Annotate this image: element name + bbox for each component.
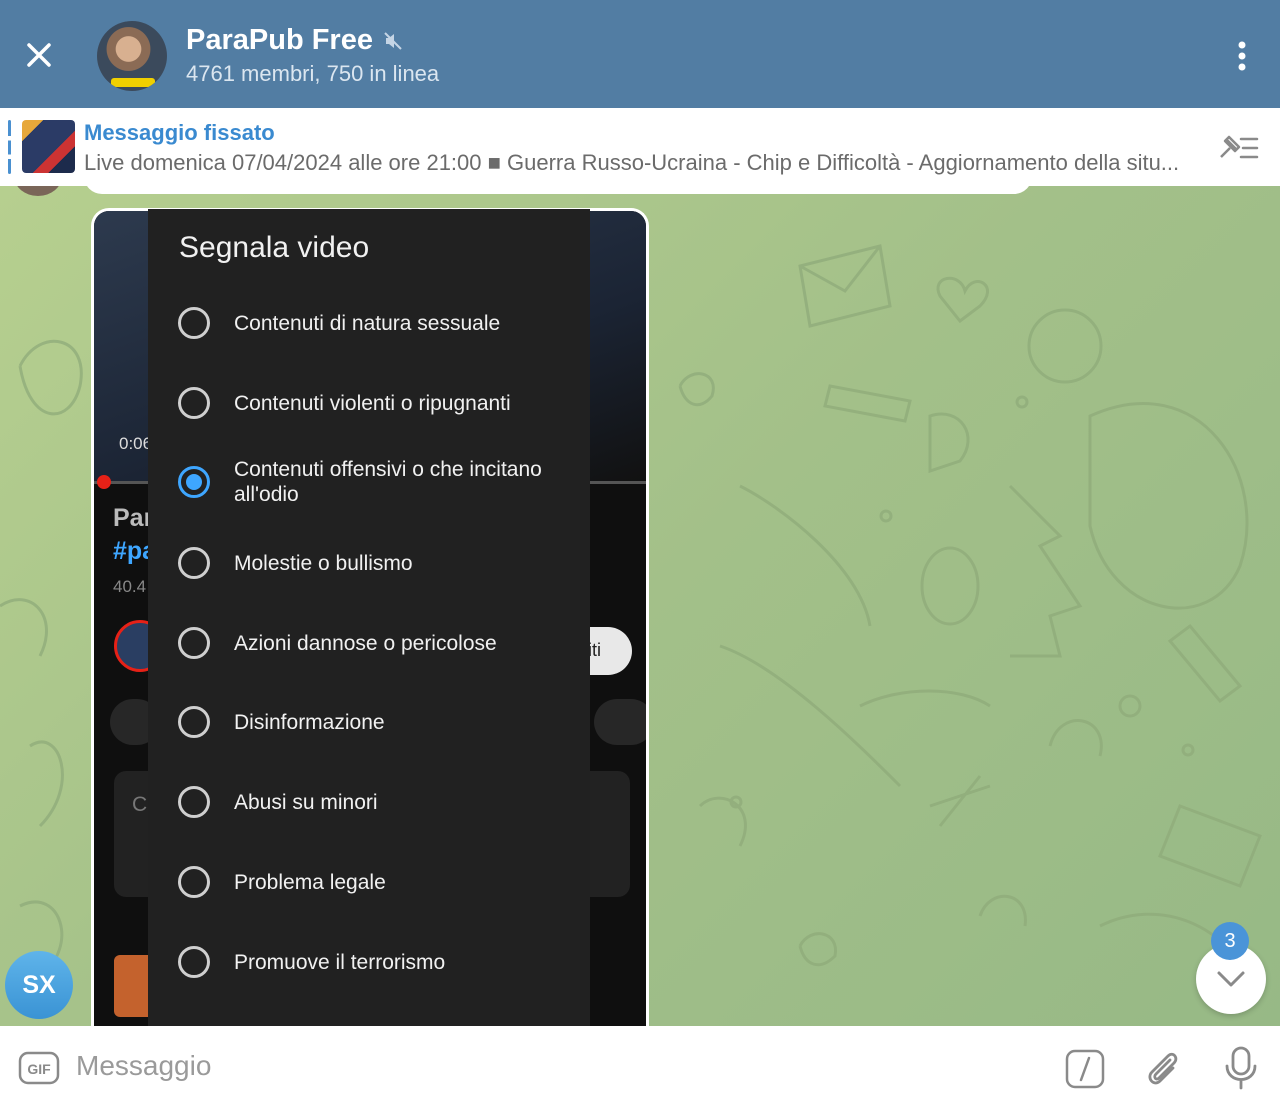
pinned-thumbnail [22,120,75,173]
radio-unchecked-icon [178,946,210,978]
radio-unchecked-icon [178,547,210,579]
attach-button[interactable] [1140,1046,1186,1092]
message-input-bar: GIF [0,1026,1280,1098]
chat-header: ParaPub Free 4761 membri, 750 in linea [0,0,1280,108]
sender-avatar[interactable]: SX [5,951,73,1019]
report-option[interactable]: Molestie o bullismo [148,528,590,598]
report-option[interactable]: Abusi su minori [148,767,590,837]
group-avatar[interactable] [97,21,167,91]
report-option[interactable]: Problema legale [148,847,590,917]
radio-unchecked-icon [178,706,210,738]
report-option[interactable]: Promuove il terrorismo [148,927,590,997]
report-option-selected[interactable]: Contenuti offensivi o che incitano all'o… [148,447,590,517]
download-pill [594,699,646,745]
video-views: 40.4 [113,577,147,596]
report-option-label: Molestie o bullismo [234,551,413,575]
gif-icon: GIF [18,1051,60,1085]
unread-badge: 3 [1211,922,1249,960]
report-option-label: Contenuti offensivi o che incitano all'o… [234,458,542,506]
report-option[interactable]: Azioni dannose o pericolose [148,608,590,678]
previous-message-bubble [84,186,1032,194]
chevron-down-icon [1217,971,1245,987]
unpin-list-icon [1220,135,1259,159]
report-option-label: Contenuti violenti o ripugnanti [234,391,511,415]
more-menu-button[interactable] [1222,34,1262,78]
report-option-label: Azioni dannose o pericolose [234,631,497,655]
radio-checked-icon [178,466,210,498]
chat-title-row[interactable]: ParaPub Free [186,24,403,57]
voice-message-button[interactable] [1220,1044,1262,1092]
report-dialog-title: Segnala video [179,231,370,264]
report-option-label: Disinformazione [234,710,385,734]
radio-unchecked-icon [178,307,210,339]
radio-unchecked-icon [178,866,210,898]
pinned-text: Live domenica 07/04/2024 alle ore 21:00 … [84,150,1180,175]
report-option[interactable]: Disinformazione [148,687,590,757]
report-option[interactable]: Contenuti di natura sessuale [148,288,590,358]
bot-command-icon [1065,1049,1105,1089]
attach-icon [1148,1052,1178,1085]
report-option-label: Contenuti di natura sessuale [234,311,501,335]
radio-unchecked-icon [178,786,210,818]
radio-unchecked-icon [178,627,210,659]
report-option[interactable]: Contenuti violenti o ripugnanti [148,368,590,438]
pinned-list-button[interactable] [1216,130,1262,166]
report-option-label: Promuove il terrorismo [234,950,446,974]
close-button[interactable] [18,34,60,76]
mute-icon [384,31,402,50]
svg-text:GIF: GIF [27,1061,51,1077]
member-count: 4761 membri, 750 in linea [186,61,440,86]
report-option-label: Problema legale [234,870,386,894]
video-progress-handle [97,475,111,489]
pinned-message-bar[interactable]: Messaggio fissato Live domenica 07/04/20… [0,108,1280,186]
message-input[interactable] [76,1044,1036,1088]
report-dialog: Segnala video Contenuti di natura sessua… [148,209,590,1026]
bot-command-button[interactable] [1064,1048,1106,1090]
mic-icon [1225,1046,1257,1090]
gif-button[interactable]: GIF [18,1050,60,1088]
close-icon [27,43,51,67]
more-vert-icon [1238,41,1246,71]
chat-title: ParaPub Free [186,24,373,56]
pinned-indicator [8,120,11,174]
radio-unchecked-icon [178,387,210,419]
report-option-label: Abusi su minori [234,790,378,814]
pinned-title: Messaggio fissato [84,120,275,145]
